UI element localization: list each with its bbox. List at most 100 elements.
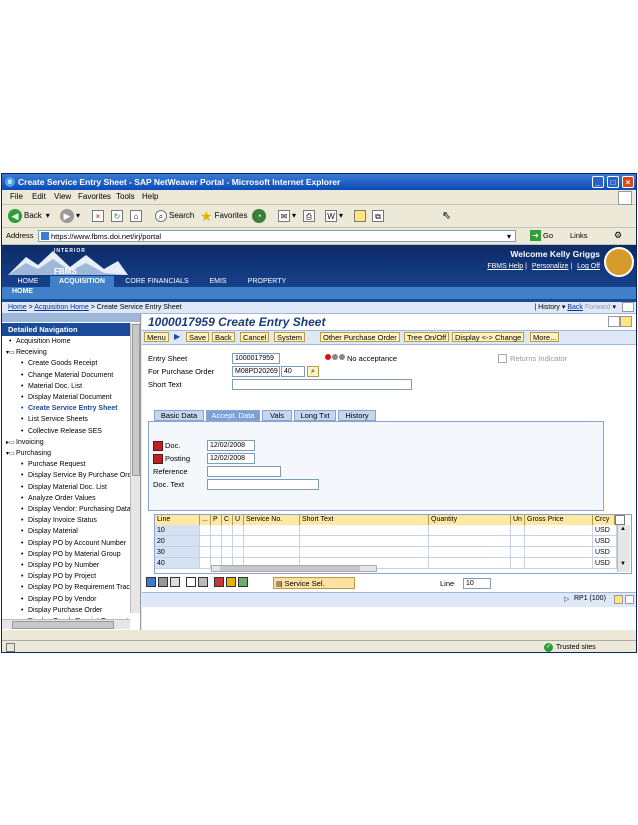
posting-date-field[interactable]: 12/02/2008 — [207, 453, 255, 464]
deselect-all-icon[interactable] — [158, 577, 168, 587]
folder-closed-icon[interactable]: ▸▭ — [6, 439, 15, 446]
menu-favorites[interactable]: Favorites — [78, 192, 111, 201]
menu-tools[interactable]: Tools — [116, 192, 135, 201]
tab-acquisition[interactable]: ACQUISITION — [50, 276, 114, 287]
system-button[interactable]: System — [274, 332, 306, 342]
nav-item[interactable]: Display Service By Purchase Ord — [21, 472, 132, 479]
insert-row-icon[interactable] — [186, 577, 196, 587]
table-cell[interactable] — [525, 547, 593, 558]
table-cell[interactable] — [244, 525, 300, 536]
returns-indicator-checkbox[interactable] — [498, 354, 507, 363]
currency-cell[interactable]: USD — [593, 547, 617, 558]
breadcrumb-acquisition-home[interactable]: Acquisition Home — [34, 304, 88, 311]
table-horizontal-scrollbar[interactable] — [211, 565, 377, 572]
tab-core-financials[interactable]: CORE FINANCIALS — [116, 276, 198, 287]
table-settings-icon[interactable] — [615, 515, 625, 525]
checkbox-cell[interactable] — [211, 547, 222, 558]
table-row[interactable]: 10 USD — [155, 525, 617, 536]
menu-file[interactable]: File — [10, 192, 23, 201]
nav-item[interactable]: Display Material Document — [21, 394, 112, 401]
scroll-up-icon[interactable]: ▲ — [620, 526, 626, 532]
favorites-button[interactable]: ★ Favorites — [200, 208, 247, 224]
page-menu-icon[interactable] — [622, 302, 634, 312]
history-button[interactable]: ◔ — [252, 208, 268, 224]
checkbox-cell[interactable] — [211, 536, 222, 547]
filter-icon[interactable] — [226, 577, 236, 587]
folder-open-icon[interactable]: ▾▭ — [6, 450, 15, 457]
delete-row-icon[interactable] — [198, 577, 208, 587]
nav-item[interactable]: Display PO by Vendor — [21, 596, 97, 603]
column-header-short-text[interactable]: Short Text — [300, 515, 429, 525]
nav-item[interactable]: Collective Release SES — [21, 428, 102, 435]
forward-link[interactable]: Forward — [585, 304, 611, 311]
checkbox-cell[interactable] — [200, 547, 211, 558]
column-header-u[interactable]: U — [233, 515, 244, 525]
folder-open-icon[interactable]: ▾▭ — [6, 349, 15, 356]
status-expand-icon[interactable]: ▷ — [564, 595, 569, 603]
breadcrumb-home[interactable]: Home — [8, 304, 27, 311]
table-cell[interactable] — [300, 536, 429, 547]
print-icon[interactable] — [620, 316, 632, 327]
column-header-line[interactable]: Line — [155, 515, 200, 525]
table-cell[interactable] — [525, 525, 593, 536]
purchase-order-item-field[interactable]: 40 — [281, 366, 305, 377]
cancel-button[interactable]: Cancel — [240, 332, 270, 342]
table-cell[interactable] — [525, 558, 593, 569]
person-icon[interactable] — [238, 577, 248, 587]
checkbox-cell[interactable] — [200, 558, 211, 569]
table-cell[interactable] — [511, 525, 525, 536]
links-button[interactable]: Links — [570, 231, 588, 240]
reference-field[interactable] — [207, 466, 281, 477]
research-button[interactable]: ⧉ — [372, 208, 386, 224]
checkbox-cell[interactable] — [233, 525, 244, 536]
table-cell[interactable] — [511, 547, 525, 558]
nav-item[interactable]: Analyze Order Values — [21, 495, 96, 502]
table-vertical-scrollbar[interactable]: ▲ ▼ — [617, 525, 630, 572]
table-cell[interactable] — [429, 558, 511, 569]
checkbox-cell[interactable] — [200, 525, 211, 536]
tab-basic-data[interactable]: Basic Data — [154, 410, 204, 421]
table-cell[interactable] — [429, 547, 511, 558]
nav-item[interactable]: ▾▭ Purchasing — [6, 450, 51, 457]
tab-accept-data[interactable]: Accept. Data — [206, 410, 260, 421]
currency-cell[interactable]: USD — [593, 525, 617, 536]
log-off-link[interactable]: Log Off — [577, 263, 600, 270]
table-cell[interactable] — [244, 536, 300, 547]
table-row[interactable]: 20 USD — [155, 536, 617, 547]
menu-edit[interactable]: Edit — [32, 192, 46, 201]
menu-help[interactable]: Help — [142, 192, 158, 201]
tree-on-off-button[interactable]: Tree On/Off — [404, 332, 450, 342]
table-cell[interactable] — [300, 525, 429, 536]
minimize-button[interactable]: _ — [592, 176, 604, 188]
table-cell[interactable] — [300, 547, 429, 558]
checkbox-cell[interactable] — [233, 547, 244, 558]
mail-button[interactable]: ✉ ▾ — [278, 208, 296, 224]
nav-item[interactable]: List Service Sheets — [21, 416, 88, 423]
checkbox-cell[interactable] — [222, 536, 233, 547]
column-header-unit[interactable]: Un — [511, 515, 525, 525]
refresh-button[interactable]: ↻ — [111, 208, 125, 224]
table-cell[interactable] — [244, 547, 300, 558]
details-icon[interactable] — [170, 577, 180, 587]
checkbox-cell[interactable] — [222, 525, 233, 536]
checkbox-cell[interactable] — [222, 547, 233, 558]
search-help-icon[interactable]: ⌕ — [307, 366, 319, 377]
tab-emis[interactable]: EMIS — [200, 276, 236, 287]
tab-long-text[interactable]: Long Txt — [294, 410, 336, 421]
table-cell[interactable] — [511, 558, 525, 569]
stop-button[interactable]: × — [92, 208, 106, 224]
purchase-order-field[interactable]: M08PD20269 — [232, 366, 280, 377]
entry-sheet-field[interactable]: 1000017959 — [232, 353, 280, 364]
back-button[interactable]: Back — [212, 332, 235, 342]
nav-item[interactable]: Create Service Entry Sheet — [21, 405, 117, 412]
search-button[interactable]: ⌕ Search — [155, 208, 194, 224]
extension-icon[interactable]: ⚙ — [614, 230, 622, 241]
doc-text-field[interactable] — [207, 479, 319, 490]
menu-view[interactable]: View — [54, 192, 71, 201]
tab-property[interactable]: PROPERTY — [238, 276, 296, 287]
other-purchase-order-button[interactable]: Other Purchase Order — [320, 332, 400, 342]
short-text-field[interactable] — [232, 379, 412, 390]
sort-icon[interactable] — [214, 577, 224, 587]
go-button[interactable]: ➜ Go — [530, 230, 553, 241]
table-cell[interactable] — [429, 525, 511, 536]
